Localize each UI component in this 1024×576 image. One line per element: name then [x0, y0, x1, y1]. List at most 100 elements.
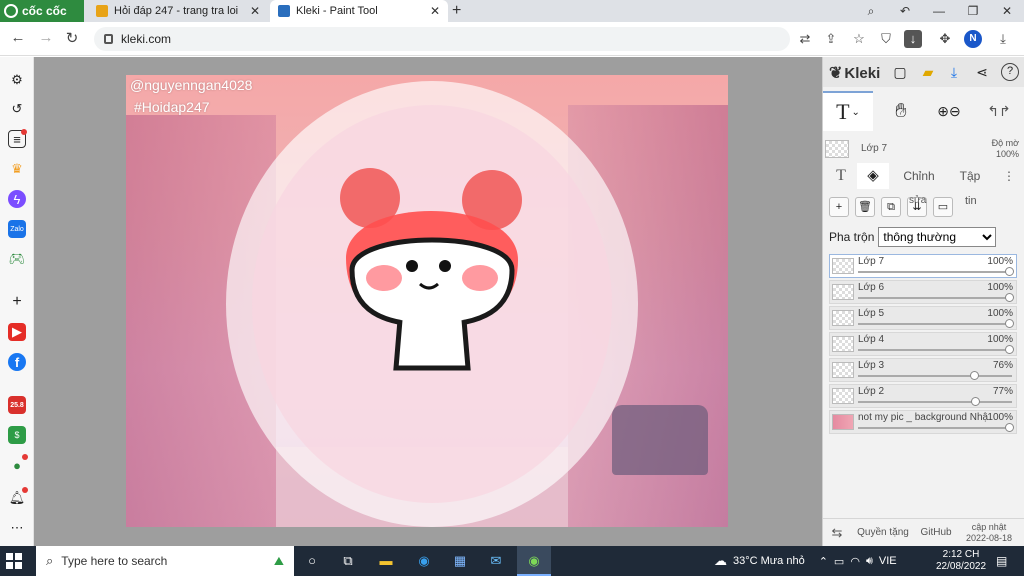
share-icon[interactable]: ⋖ — [973, 63, 991, 81]
clock[interactable]: 2:12 CH 22/08/2022 — [936, 549, 986, 573]
layer-item-2[interactable]: Lớp 2 77% — [829, 384, 1017, 408]
close-window-icon[interactable]: ✕ — [990, 0, 1024, 22]
extensions-icon[interactable]: ✥ — [936, 30, 954, 48]
opacity-slider-track[interactable] — [858, 401, 1012, 403]
chat-icon[interactable]: ● — [8, 454, 28, 474]
text-tool-button[interactable]: T ⌄ — [823, 91, 873, 131]
minimize-icon[interactable]: — — [922, 0, 956, 22]
swap-panel-icon[interactable]: ⇆ — [823, 525, 851, 541]
tab-search-icon[interactable]: ⌕ — [854, 0, 888, 22]
network-icon[interactable]: ◠ — [850, 555, 860, 568]
tab-text-settings[interactable]: T — [827, 163, 855, 189]
opacity-slider-knob[interactable] — [1005, 423, 1014, 432]
delete-layer-icon[interactable]: 🗑︎ — [855, 197, 875, 217]
task-view-icon[interactable]: ⧉ — [338, 551, 358, 571]
mail-icon[interactable]: ✉ — [486, 551, 506, 571]
more-icon[interactable]: ⋯ — [8, 519, 26, 537]
tray-overflow-icon[interactable]: ⌃ — [819, 555, 828, 568]
language-indicator[interactable]: VIE — [879, 555, 897, 567]
game-icon[interactable]: 🎮︎ — [8, 250, 26, 268]
opacity-slider-track[interactable] — [858, 427, 1012, 429]
kleki-logo[interactable]: ❦ Kleki — [829, 63, 880, 83]
coupon-icon[interactable]: $ — [8, 426, 26, 444]
restore-icon[interactable]: ❐ — [956, 0, 990, 22]
bell-icon[interactable]: 🔔︎ — [8, 487, 28, 507]
tab-file[interactable]: Tập — [953, 163, 987, 189]
url-field[interactable]: kleki.com — [94, 27, 790, 51]
add-icon[interactable]: + — [8, 293, 26, 311]
weather-icon[interactable]: ☁ — [714, 553, 727, 569]
list-icon[interactable]: ≡ — [8, 129, 27, 148]
translate-icon[interactable]: ⇄ — [796, 30, 814, 48]
download-icon[interactable]: ⤓ — [945, 63, 963, 81]
opacity-slider-track[interactable] — [858, 271, 1012, 273]
drawing-canvas[interactable]: @nguyenngan4028 #Hoidap247 — [126, 75, 728, 527]
tab-hoidap[interactable]: Hỏi đáp 247 - trang tra loi ✕ — [88, 0, 268, 22]
download-box-icon[interactable]: ↓ — [904, 30, 922, 48]
reload-icon[interactable]: ↻ — [62, 29, 82, 47]
tab-layers[interactable]: ◈ — [857, 163, 889, 189]
crown-icon[interactable]: ♛ — [8, 160, 26, 178]
back-icon[interactable]: ← — [8, 29, 28, 46]
zalo-icon[interactable]: Zalo — [8, 220, 26, 238]
file-explorer-icon[interactable]: ▬ — [376, 551, 396, 571]
forward-icon[interactable]: → — [36, 29, 56, 46]
close-tab-icon[interactable]: ✕ — [430, 4, 440, 18]
update-info[interactable]: cập nhật 2022-08-18 — [957, 522, 1021, 544]
opacity-slider-track[interactable] — [858, 297, 1012, 299]
duplicate-layer-icon[interactable]: ⧉ — [881, 197, 901, 217]
battery-icon[interactable]: ▭ — [834, 555, 844, 568]
tab-edit[interactable]: Chỉnh — [895, 163, 943, 189]
opacity-slider-track[interactable] — [858, 323, 1012, 325]
shield-icon[interactable]: ⛉ — [877, 30, 895, 48]
layer-item-4[interactable]: Lớp 4 100% — [829, 332, 1017, 356]
github-link[interactable]: GitHub — [915, 527, 957, 538]
gear-icon[interactable]: ⚙ — [8, 71, 26, 89]
open-folder-icon[interactable]: ▰ — [919, 63, 937, 81]
calendar-icon[interactable]: 25.8 — [8, 396, 26, 414]
help-icon[interactable]: ? — [1001, 63, 1019, 81]
share-icon[interactable]: ⇪ — [822, 30, 840, 48]
coccoc-taskbar-button[interactable]: ◉ — [517, 546, 551, 576]
youtube-icon[interactable]: ▶ — [8, 323, 26, 341]
hand-tool-button[interactable]: ✋︎ — [881, 91, 921, 131]
donate-link[interactable]: Quyền tặng — [851, 527, 915, 538]
opacity-slider-track[interactable] — [858, 349, 1012, 351]
notifications-icon[interactable]: ▤ — [996, 554, 1007, 568]
opacity-slider-track[interactable] — [858, 375, 1012, 377]
more-vertical-icon[interactable]: ⋮ — [999, 163, 1019, 189]
add-layer-icon[interactable]: + — [829, 197, 849, 217]
store-icon[interactable]: ▦ — [450, 551, 470, 571]
back-history-icon[interactable]: ↶ — [888, 0, 922, 22]
bookmark-star-icon[interactable]: ☆ — [850, 30, 868, 48]
opacity-slider-knob[interactable] — [971, 397, 981, 406]
facebook-icon[interactable]: f — [8, 353, 26, 371]
undo-redo-button[interactable]: ↰↱ — [977, 91, 1021, 131]
profile-avatar[interactable]: N — [964, 30, 982, 48]
downloads-icon[interactable]: ⤓ — [994, 30, 1012, 48]
drawing-workspace[interactable]: @nguyenngan4028 #Hoidap247 — [34, 57, 822, 546]
opacity-slider-knob[interactable] — [1005, 293, 1014, 302]
volume-icon[interactable]: 🔊︎ — [866, 555, 873, 568]
opacity-slider-knob[interactable] — [1005, 267, 1014, 276]
coccoc-menu-button[interactable]: cốc cốc — [0, 0, 84, 22]
opacity-slider-knob[interactable] — [1005, 319, 1014, 328]
layer-item-3[interactable]: Lớp 3 76% — [829, 358, 1017, 382]
tab-kleki[interactable]: Kleki - Paint Tool ✕ — [270, 0, 448, 22]
new-tab-button[interactable]: + — [452, 2, 461, 20]
messenger-icon[interactable]: ϟ — [8, 190, 26, 208]
edge-icon[interactable]: ◉ — [414, 551, 434, 571]
layer-item-background[interactable]: not my pic _ background Nhậ 100% — [829, 410, 1017, 434]
taskbar-search-box[interactable]: ⌕ Type here to search ⛰ — [36, 546, 294, 576]
layer-item-6[interactable]: Lớp 6 100% — [829, 280, 1017, 304]
close-tab-icon[interactable]: ✕ — [250, 4, 260, 18]
new-image-icon[interactable]: ▢ — [891, 63, 909, 81]
zoom-tool-button[interactable]: ⊕⊖ — [929, 91, 969, 131]
weather-text[interactable]: 33°C Mưa nhỏ — [733, 555, 805, 567]
blend-mode-select[interactable]: thông thường — [878, 227, 997, 247]
cortana-icon[interactable]: ○ — [302, 551, 322, 571]
layer-item-7[interactable]: Lớp 7 100% — [829, 254, 1017, 278]
opacity-slider-knob[interactable] — [1005, 345, 1014, 354]
rename-layer-icon[interactable]: ▭ — [933, 197, 953, 217]
layer-item-5[interactable]: Lớp 5 100% — [829, 306, 1017, 330]
